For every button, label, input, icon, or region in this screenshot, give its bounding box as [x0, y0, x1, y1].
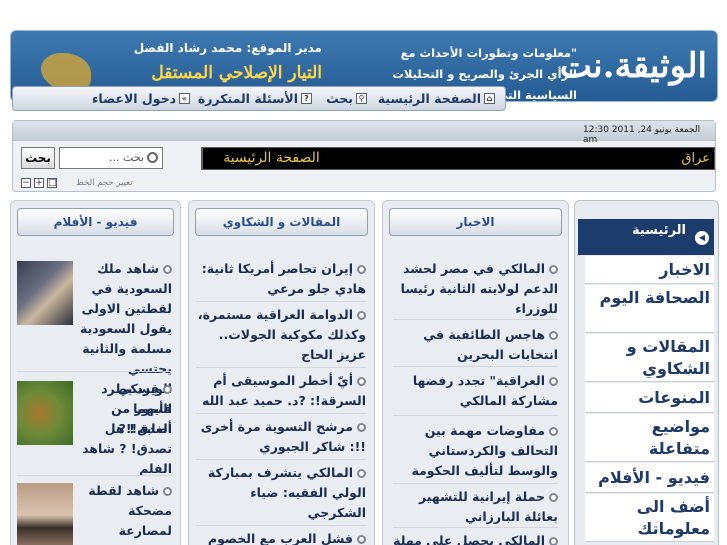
toolbar-top-strip: الجمعة يونيو 24, 2011 12:30 am [13, 121, 715, 145]
bullet-icon [549, 493, 558, 502]
video-item[interactable]: قرد يطرد النمور من الغابة ! هل تصدق! ? ش… [78, 379, 172, 479]
bullet-icon [549, 427, 558, 436]
video-column: فيديو - الأفلام شاهد ملك السعودية في لقط… [10, 200, 181, 545]
sidebar-item-video[interactable]: فيديو - الأفلام [585, 463, 714, 493]
nav-search-label: بحث [326, 91, 353, 106]
sidebar-menu: ◀ الرئيسية الاخبار الصحافة اليوم المقالا… [574, 200, 719, 545]
nav-login[interactable]: » دخول الاعضاء [92, 91, 190, 106]
article-item[interactable]: الدوامة العراقية مستمرة، وكذلك مكوكية ال… [196, 305, 366, 365]
search-button[interactable]: بحث [21, 147, 55, 169]
news-item[interactable]: حملة إيرانية للتشهير بعائلة البارزاني [393, 487, 558, 527]
sidebar-item-news[interactable]: الاخبار [585, 256, 714, 284]
article-item[interactable]: المالكي يتشرف بمباركة الولي الفقيه: ضياء… [196, 463, 366, 523]
sidebar-item-info[interactable]: أضف الى معلوماتك [585, 494, 714, 542]
bullet-icon [163, 265, 172, 274]
article-item[interactable]: مرشح التسوية مرة أخرى !!: شاكر الجبوري [196, 417, 366, 457]
arrow-icon: ◀ [695, 231, 709, 245]
divider [393, 319, 558, 320]
bullet-icon [357, 469, 366, 478]
divider [17, 371, 172, 372]
video-thumbnail[interactable] [17, 483, 73, 545]
search-icon: ⚲ [356, 93, 367, 104]
divider [393, 527, 558, 528]
article-item[interactable]: فشل العرب مع الخصوم و [196, 529, 366, 545]
main-navbar: ⌂ الصفحة الرئيسية ⚲ بحث ? الأسئلة المتكر… [12, 86, 506, 111]
bullet-icon [357, 377, 366, 386]
news-item[interactable]: العراقية" تجدد رفضها مشاركة المالكي [393, 371, 558, 411]
bullet-icon [549, 537, 558, 545]
nav-faq-label: الأسئلة المتكررة [197, 91, 298, 106]
video-column-title[interactable]: فيديو - الأفلام [17, 208, 174, 236]
nav-home-label: الصفحة الرئيسية [377, 91, 481, 106]
page: الوثيقة.نت "معلومات وتطورات الأحداث مع ا… [0, 0, 727, 545]
bullet-icon [357, 535, 366, 544]
divider [196, 413, 366, 414]
toolbar: الجمعة يونيو 24, 2011 12:30 am عراق الصف… [12, 120, 716, 192]
video-thumbnail[interactable] [17, 261, 73, 325]
sidebar-item-interactive[interactable]: مواضيع متفاعلة [585, 414, 714, 462]
bullet-icon [357, 311, 366, 320]
news-column-title[interactable]: الاخبار [389, 208, 562, 236]
site-logo[interactable]: الوثيقة.نت [560, 39, 707, 94]
video-thumbnail[interactable] [17, 381, 73, 445]
bullet-icon [549, 377, 558, 386]
font-decrease-icon[interactable]: − [21, 178, 31, 188]
login-icon: » [179, 93, 190, 104]
news-column: الاخبار المالكي في مصر لحشد الدعم لولايت… [382, 200, 569, 545]
ticker-text[interactable]: عراق [681, 148, 710, 169]
bullet-icon [163, 487, 172, 496]
font-reset-icon[interactable]: □ [47, 178, 57, 188]
sidebar-item-articles[interactable]: المقالات و الشكاوي [585, 334, 714, 382]
bullet-icon [357, 265, 366, 274]
divider [196, 367, 366, 368]
video-item[interactable]: شاهد لقطة مضحكة لمصارعة الثيران [78, 481, 172, 545]
bullet-icon [549, 331, 558, 340]
divider [196, 525, 366, 526]
magnifier-icon [147, 152, 158, 163]
article-item[interactable]: أيّ أخطر الموسيقى أم السرقة!: ?د. حميد ع… [196, 371, 366, 411]
divider [17, 475, 172, 476]
divider [196, 301, 366, 302]
divider [393, 483, 558, 484]
divider [393, 415, 558, 416]
sidebar-item-press[interactable]: الصحافة اليوم [585, 285, 714, 333]
font-size-label: تغيير حجم الخط [76, 178, 133, 188]
search-placeholder: بحث ... [109, 151, 144, 164]
article-item[interactable]: إيران تحاصر أمريكا ثانية: هادي جلو مرعي [196, 259, 366, 299]
news-ticker: عراق الصفحة الرئيسية [201, 147, 715, 170]
nav-home[interactable]: ⌂ الصفحة الرئيسية [378, 91, 495, 106]
sidebar-item-home[interactable]: ◀ الرئيسية [578, 219, 714, 255]
sidebar-item-label: الرئيسية [631, 223, 686, 238]
news-item[interactable]: المالكي يحصل على مهلة [393, 531, 558, 545]
articles-column: المقالات و الشكاوي إيران تحاصر أمريكا ثا… [188, 200, 375, 545]
news-item[interactable]: المالكي في مصر لحشد الدعم لولايته الثاني… [393, 259, 558, 319]
news-item[interactable]: هاجس الطائفية في انتخابات البحرين [393, 325, 558, 365]
ticker-home-link[interactable]: الصفحة الرئيسية [202, 148, 340, 169]
bullet-icon [163, 385, 172, 394]
bullet-icon [357, 423, 366, 432]
nav-login-label: دخول الاعضاء [92, 91, 176, 106]
faq-icon: ? [301, 93, 312, 104]
font-size-controls: − + □ تغيير حجم الخط [21, 177, 161, 189]
sidebar-item-misc[interactable]: المنوعات [585, 383, 714, 413]
divider [196, 459, 366, 460]
bullet-icon [549, 265, 558, 274]
site-manager: مدير الموقع: محمد رشاد الفضل [133, 41, 322, 55]
home-icon: ⌂ [484, 93, 495, 104]
articles-column-title[interactable]: المقالات و الشكاوي [195, 208, 368, 236]
font-increase-icon[interactable]: + [34, 178, 44, 188]
nav-search[interactable]: ⚲ بحث [326, 91, 367, 106]
divider [393, 366, 558, 367]
search-input[interactable]: بحث ... [59, 147, 163, 169]
current-datetime: الجمعة يونيو 24, 2011 12:30 am [583, 125, 701, 145]
nav-faq[interactable]: ? الأسئلة المتكررة [198, 91, 312, 106]
party-name: التيار الإصلاحي المستقل [151, 63, 322, 83]
news-item[interactable]: مفاوضات مهمة بين التحالف والكردستاني وال… [393, 421, 558, 481]
